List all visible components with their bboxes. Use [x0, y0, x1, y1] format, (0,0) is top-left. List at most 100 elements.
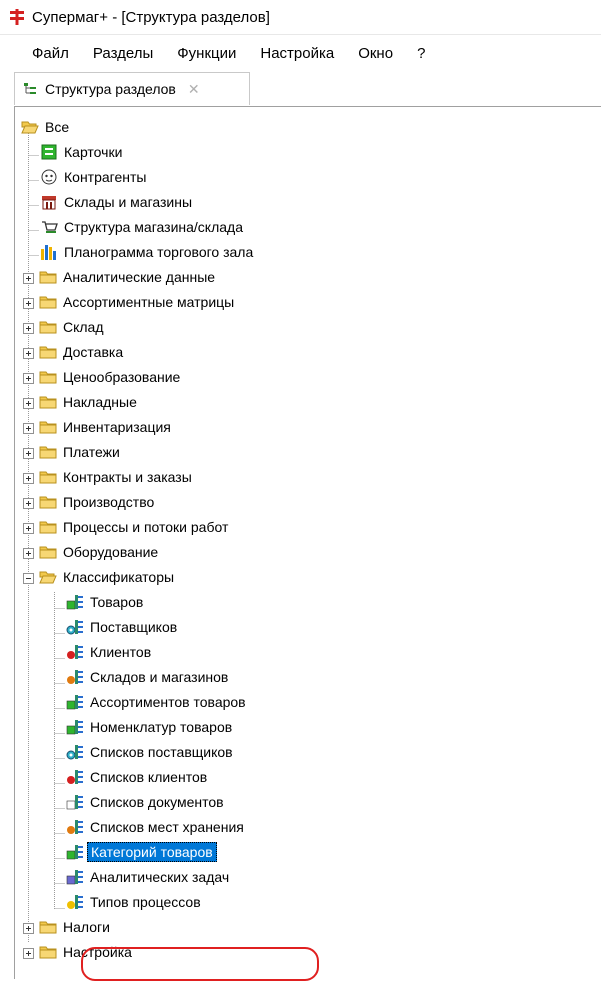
tree-folder-label: Аналитические данные: [63, 268, 216, 285]
tree-classifier-node[interactable]: Списков мест хранения: [66, 814, 247, 839]
tree-classifier-node-label: Списков поставщиков: [90, 743, 233, 760]
tree-folder[interactable]: Оборудование: [39, 539, 161, 564]
tree-classifier-node-label: Аналитических задач: [90, 868, 230, 885]
expand-toggle[interactable]: [23, 521, 34, 534]
tree-folder[interactable]: Налоги: [39, 914, 113, 939]
tree-structure-icon: [24, 83, 36, 94]
tree-folder-label: Ассортиментные матрицы: [63, 293, 235, 310]
tree-folder-label: Платежи: [63, 443, 120, 460]
tree-node-warehouses[interactable]: Склады и магазины: [40, 189, 195, 214]
expand-toggle[interactable]: [23, 946, 34, 959]
classifier-icon: [66, 718, 84, 736]
expand-toggle[interactable]: [23, 346, 34, 359]
tree-folder-label: Доставка: [63, 343, 124, 360]
folder-icon: [39, 443, 57, 461]
tree-classifier-node[interactable]: Номенклатур товаров: [66, 714, 235, 739]
expand-toggle[interactable]: [23, 446, 34, 459]
expand-toggle[interactable]: [23, 471, 34, 484]
expand-toggle[interactable]: [23, 321, 34, 334]
tree-classifier-node[interactable]: Списков клиентов: [66, 764, 210, 789]
folder-icon: [39, 418, 57, 436]
title-bar: Супермаг+ - [Структура разделов]: [0, 0, 601, 34]
folder-icon: [39, 518, 57, 536]
contractors-icon: [40, 168, 58, 186]
tree-classifier-node[interactable]: Аналитических задач: [66, 864, 232, 889]
tab-section-structure[interactable]: Структура разделов ✕: [14, 72, 250, 105]
folder-icon: [39, 318, 57, 336]
tree-folder-label: Процессы и потоки работ: [63, 518, 229, 535]
tree-node-store-structure[interactable]: Структура магазина/склада: [40, 214, 246, 239]
tree-folder-label: Налоги: [63, 918, 110, 935]
classifier-icon: [66, 793, 84, 811]
tree-classifier-node[interactable]: Товаров: [66, 589, 146, 614]
expand-toggle[interactable]: [23, 271, 34, 284]
menu-settings[interactable]: Настройка: [249, 45, 345, 62]
tree-folder-classifiers[interactable]: Классификаторы: [39, 564, 177, 589]
classifier-icon: [66, 668, 84, 686]
tree-classifier-node[interactable]: Списков документов: [66, 789, 227, 814]
folder-icon: [39, 943, 57, 961]
expand-toggle[interactable]: [23, 296, 34, 309]
tree-folder[interactable]: Аналитические данные: [39, 264, 218, 289]
collapse-toggle[interactable]: [23, 571, 34, 584]
tree-folder[interactable]: Производство: [39, 489, 157, 514]
expand-toggle[interactable]: [23, 396, 34, 409]
folder-open-icon: [39, 568, 57, 586]
menu-sections[interactable]: Разделы: [82, 45, 164, 62]
tree-node-planogram-label: Планограмма торгового зала: [64, 243, 254, 260]
section-tree-panel[interactable]: Все Карточки Контрагенты Склады и магазины С…: [14, 106, 601, 981]
tree-folder[interactable]: Ассортиментные матрицы: [39, 289, 237, 314]
tree-folder[interactable]: Ценообразование: [39, 364, 183, 389]
menu-bar: Файл Разделы Функции Настройка Окно ?: [0, 34, 601, 71]
tree-node-warehouses-label: Склады и магазины: [64, 193, 193, 210]
classifier-icon: [66, 618, 84, 636]
menu-file[interactable]: Файл: [22, 45, 80, 62]
tree-folder[interactable]: Процессы и потоки работ: [39, 514, 231, 539]
tree-folder[interactable]: Доставка: [39, 339, 126, 364]
tree-classifier-node[interactable]: Поставщиков: [66, 614, 180, 639]
tree-classifier-node-label: Списков клиентов: [90, 768, 208, 785]
tree-classifier-node-label: Клиентов: [90, 643, 152, 660]
folder-icon: [39, 268, 57, 286]
tree-folder[interactable]: Склад: [39, 314, 107, 339]
tree-classifier-node-label: Ассортиментов товаров: [90, 693, 246, 710]
classifier-icon: [66, 843, 84, 861]
folder-icon: [39, 368, 57, 386]
classifier-icon: [66, 893, 84, 911]
tree-classifier-node-label: Типов процессов: [90, 893, 201, 910]
tree-classifier-node[interactable]: Ассортиментов товаров: [66, 689, 249, 714]
classifier-icon: [66, 768, 84, 786]
tree-classifier-node[interactable]: Складов и магазинов: [66, 664, 231, 689]
expand-toggle[interactable]: [23, 546, 34, 559]
tree-node-selected[interactable]: Категорий товаров: [66, 839, 217, 864]
tree-node-root[interactable]: Все: [21, 114, 72, 139]
tree-node-cards[interactable]: Карточки: [40, 139, 125, 164]
expand-toggle[interactable]: [23, 421, 34, 434]
expand-toggle[interactable]: [23, 921, 34, 934]
tab-close-icon[interactable]: ✕: [188, 81, 200, 98]
menu-help[interactable]: ?: [406, 45, 436, 62]
folder-icon: [39, 468, 57, 486]
menu-window[interactable]: Окно: [347, 45, 404, 62]
tree-folder-label: Оборудование: [63, 543, 159, 560]
warehouses-icon: [40, 193, 58, 211]
tree-folder-label: Инвентаризация: [63, 418, 171, 435]
window-title: Супермаг+ - [Структура разделов]: [32, 8, 270, 26]
tree-folder-label: Склад: [63, 318, 104, 335]
menu-functions[interactable]: Функции: [166, 45, 247, 62]
tree-folder[interactable]: Инвентаризация: [39, 414, 174, 439]
tree-folder-label: Производство: [63, 493, 155, 510]
tree-node-contractors[interactable]: Контрагенты: [40, 164, 149, 189]
expand-toggle[interactable]: [23, 371, 34, 384]
tree-folder[interactable]: Платежи: [39, 439, 123, 464]
tree-classifier-node[interactable]: Списков поставщиков: [66, 739, 236, 764]
tree-folder[interactable]: Накладные: [39, 389, 140, 414]
tree-folder[interactable]: Контракты и заказы: [39, 464, 195, 489]
tree-folder[interactable]: Настройка: [39, 939, 135, 964]
folder-icon: [39, 543, 57, 561]
tree-classifier-node[interactable]: Типов процессов: [66, 889, 204, 914]
tree-node-planogram[interactable]: Планограмма торгового зала: [40, 239, 256, 264]
tree-classifier-node-label: Списков мест хранения: [90, 818, 244, 835]
expand-toggle[interactable]: [23, 496, 34, 509]
tree-classifier-node[interactable]: Клиентов: [66, 639, 154, 664]
